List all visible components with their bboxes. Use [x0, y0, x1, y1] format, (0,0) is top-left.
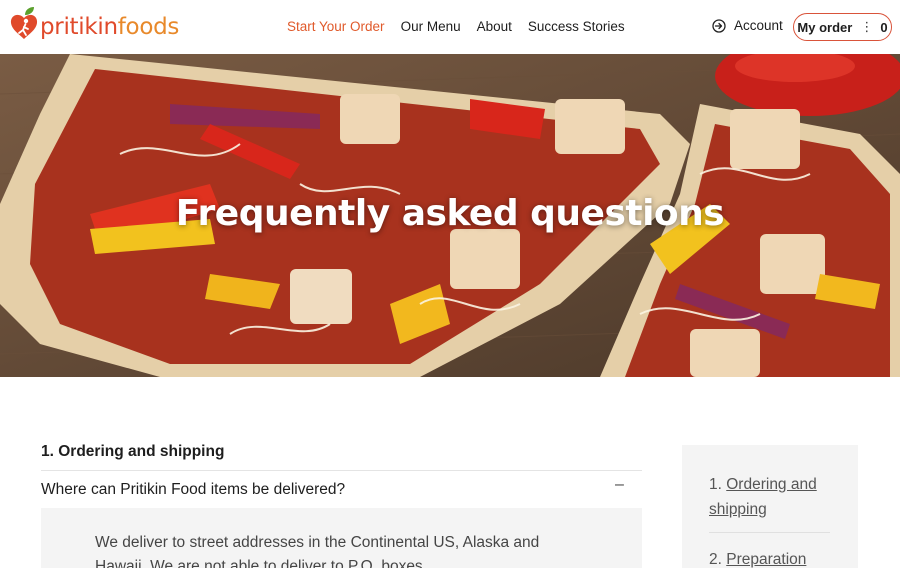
toc-item-number: 1. [709, 476, 722, 493]
brand-name-part2: foods [117, 14, 180, 40]
section-divider [41, 470, 642, 471]
toc-item-number: 2. [709, 551, 722, 568]
toc-item-preparation: 2. Preparation [709, 547, 839, 568]
nav-success-stories[interactable]: Success Stories [528, 19, 625, 34]
faq-section-title: 1. Ordering and shipping [41, 443, 225, 460]
collapse-icon[interactable]: – [615, 476, 624, 494]
my-order-button[interactable]: My order ⋮ 0 [793, 13, 892, 41]
brand-name-part1: pritikin [40, 14, 118, 40]
order-count: 0 [880, 19, 888, 35]
faq-question[interactable]: Where can Pritikin Food items be deliver… [41, 481, 345, 499]
brand-logo[interactable]: pritikinfoods [9, 5, 179, 45]
nav-our-menu[interactable]: Our Menu [401, 19, 461, 34]
page-title: Frequently asked questions [175, 193, 725, 234]
separator-dots-icon: ⋮ [860, 19, 874, 34]
my-order-label: My order [797, 19, 853, 35]
hero-banner: Frequently asked questions [0, 54, 900, 377]
toc-divider [709, 532, 830, 533]
brand-wordmark: pritikinfoods [40, 14, 179, 40]
main-nav: Start Your Order Our Menu About Success … [287, 19, 641, 34]
toc-link-ordering-and-shipping[interactable]: Ordering and shipping [709, 476, 817, 518]
nav-start-your-order[interactable]: Start Your Order [287, 19, 385, 34]
account-link[interactable]: Account [712, 18, 783, 33]
login-icon [712, 18, 726, 33]
nav-about[interactable]: About [477, 19, 512, 34]
faq-table-of-contents: 1. Ordering and shipping 2. Preparation [682, 445, 858, 568]
faq-answer-panel: We deliver to street addresses in the Co… [41, 508, 642, 568]
site-header: pritikinfoods Start Your Order Our Menu … [0, 0, 900, 54]
faq-answer: We deliver to street addresses in the Co… [95, 534, 540, 568]
heart-person-logo-icon [9, 6, 39, 44]
account-label: Account [734, 18, 783, 33]
toc-item-ordering: 1. Ordering and shipping [709, 472, 839, 522]
toc-link-preparation[interactable]: Preparation [726, 551, 806, 568]
